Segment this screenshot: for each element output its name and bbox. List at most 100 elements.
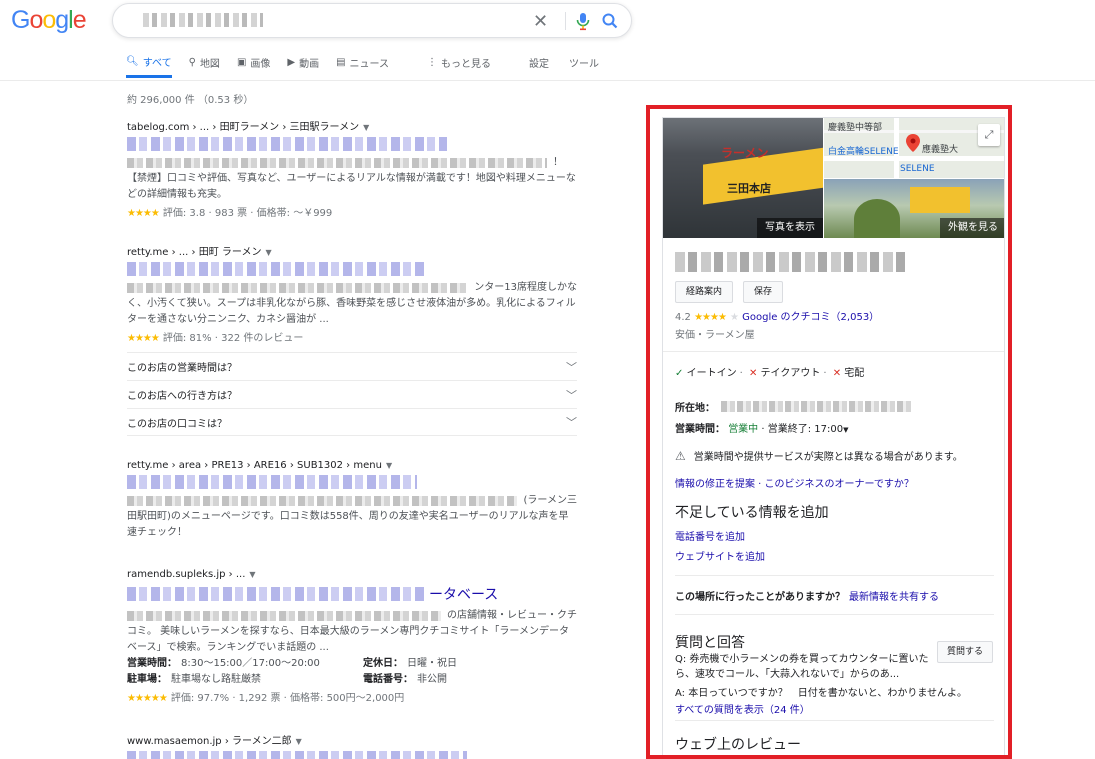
result-snippet-tail: (ラーメン三 bbox=[523, 495, 577, 506]
caret-down-icon[interactable]: ▼ bbox=[265, 248, 271, 257]
tab-settings[interactable]: 設定 bbox=[529, 50, 549, 74]
result-cite: www.masaemon.jp › ラーメン二郎 bbox=[127, 736, 292, 747]
business-info: 営業時間： 8:30～15:00／17:00～20:00 定休日： 日曜・祝日 駐車… bbox=[127, 656, 577, 688]
result-cite: retty.me › ... › 田町 ラーメン bbox=[127, 247, 262, 258]
caret-down-icon[interactable]: ▼ bbox=[249, 570, 255, 579]
close-icon[interactable]: ✕ bbox=[533, 11, 548, 32]
tab-videos[interactable]: ▶ 動画 bbox=[287, 50, 319, 74]
result-title-blurred bbox=[127, 587, 427, 601]
video-icon: ▶ bbox=[287, 56, 296, 68]
map-pin-icon: ⚲ bbox=[188, 56, 196, 68]
tab-label: 地図 bbox=[199, 58, 220, 70]
result-title-blurred[interactable] bbox=[127, 137, 447, 151]
snippet-blurred bbox=[127, 158, 547, 168]
faq-item[interactable]: このお店の口コミは？ ﹀ bbox=[127, 408, 577, 436]
logo-letter: e bbox=[72, 6, 87, 34]
info-closed: 定休日： 日曜・祝日 bbox=[363, 656, 577, 672]
search-icon: 🔍︎ bbox=[126, 55, 139, 67]
info-value: 8:30～15:00／17:00～20:00 bbox=[181, 658, 320, 669]
tab-label: 画像 bbox=[250, 58, 271, 70]
chevron-down-icon: ﹀ bbox=[566, 388, 577, 402]
news-icon: ▤ bbox=[336, 56, 346, 68]
result-title-line[interactable]: ータベース bbox=[127, 584, 577, 604]
result-snippet-tail: ！ bbox=[553, 157, 563, 168]
result-rating: ★★★★ 評価: 3.8 · 983 票 · 価格帯: ～￥999 bbox=[127, 204, 577, 219]
tab-label: 設定 bbox=[529, 58, 550, 70]
tab-all[interactable]: 🔍︎ すべて bbox=[126, 50, 172, 78]
result-snippet-tail: ンター13席程度しかな bbox=[474, 282, 577, 293]
result-snippet-line: ンター13席程度しかな bbox=[127, 280, 577, 296]
microphone-icon[interactable] bbox=[573, 10, 593, 32]
snippet-blurred bbox=[127, 283, 469, 293]
tab-news[interactable]: ▤ ニュース bbox=[336, 50, 389, 74]
result-rating: ★★★★★ 評価: 97.7% · 1,292 票 · 価格帯: 500円～2,0… bbox=[127, 689, 577, 704]
info-label: 営業時間： bbox=[127, 658, 177, 669]
rating-text: 評価: 3.8 · 983 票 · 価格帯: ～￥999 bbox=[162, 208, 333, 219]
search-result: tabelog.com › ... › 田町ラーメン › 三田駅ラーメン ▼ ！ … bbox=[127, 118, 577, 219]
result-url[interactable]: tabelog.com › ... › 田町ラーメン › 三田駅ラーメン ▼ bbox=[127, 118, 577, 133]
tab-images[interactable]: ▣ 画像 bbox=[237, 50, 270, 74]
result-cite: retty.me › area › PRE13 › ARE16 › SUB130… bbox=[127, 460, 382, 471]
caret-down-icon[interactable]: ▼ bbox=[386, 461, 392, 470]
result-url[interactable]: retty.me › ... › 田町 ラーメン ▼ bbox=[127, 243, 577, 258]
info-phone: 電話番号： 非公開 bbox=[363, 672, 577, 688]
header-divider bbox=[0, 80, 1095, 81]
logo-letter: o bbox=[42, 6, 56, 34]
caret-down-icon[interactable]: ▼ bbox=[363, 123, 369, 132]
result-title-tail: ータベース bbox=[429, 587, 499, 603]
info-value: 非公開 bbox=[417, 674, 447, 685]
caret-down-icon[interactable]: ▼ bbox=[296, 737, 302, 746]
info-value: 駐車場なし路駐厳禁 bbox=[171, 674, 261, 685]
faq-item[interactable]: このお店の営業時間は？ ﹀ bbox=[127, 352, 577, 380]
result-cite: tabelog.com › ... › 田町ラーメン › 三田駅ラーメン bbox=[127, 122, 360, 133]
search-divider bbox=[565, 12, 566, 30]
result-cite: ramendb.supleks.jp › ... bbox=[127, 569, 246, 580]
result-snippet-tail: の店舗情報・レビュー・クチ bbox=[447, 610, 577, 621]
info-label: 駐車場： bbox=[127, 674, 167, 685]
result-url[interactable]: ramendb.supleks.jp › ... ▼ bbox=[127, 569, 577, 580]
chevron-down-icon: ﹀ bbox=[566, 416, 577, 429]
chevron-down-icon: ﹀ bbox=[566, 360, 577, 374]
result-title-blurred[interactable] bbox=[127, 475, 417, 489]
search-icon[interactable] bbox=[600, 10, 620, 32]
star-rating-icon: ★★★★★ bbox=[127, 693, 168, 704]
rating-text: 評価: 81% · 322 件のレビュー bbox=[162, 333, 304, 344]
faq-question: このお店への行き方は？ bbox=[127, 391, 237, 402]
tab-label: もっと見る bbox=[441, 58, 492, 70]
faq-question: このお店の口コミは？ bbox=[127, 418, 227, 430]
search-result: retty.me › area › PRE13 › ARE16 › SUB130… bbox=[127, 460, 577, 541]
result-snippet: コミ。 美味しいラーメンを探すなら、日本最大級のラーメン専門クチコミサイト「ラー… bbox=[127, 626, 569, 653]
info-value: 日曜・祝日 bbox=[407, 658, 457, 669]
tab-maps[interactable]: ⚲ 地図 bbox=[189, 50, 220, 74]
info-parking: 駐車場： 駐車場なし路駐厳禁 bbox=[127, 672, 363, 688]
star-rating-icon: ★★★★ bbox=[127, 333, 160, 344]
info-label: 定休日： bbox=[363, 658, 403, 669]
faq-item[interactable]: このお店への行き方は？ ﹀ bbox=[127, 380, 577, 408]
result-snippet: 【禁煙】口コミや評価、写真など、ユーザーによるリアルな情報が満載です！地図や料理… bbox=[127, 173, 576, 200]
result-title-blurred[interactable] bbox=[127, 751, 467, 759]
result-title-blurred[interactable] bbox=[127, 262, 427, 276]
result-url[interactable]: retty.me › area › PRE13 › ARE16 › SUB130… bbox=[127, 460, 577, 471]
rating-text: 評価: 97.7% · 1,292 票 · 価格帯: 500円～2,000円 bbox=[170, 693, 405, 704]
tab-label: ニュース bbox=[349, 58, 390, 70]
related-questions: このお店の営業時間は？ ﹀ このお店への行き方は？ ﹀ このお店の口コミは？ ﹀ bbox=[127, 352, 577, 436]
result-snippet-line: の店舗情報・レビュー・クチ bbox=[127, 608, 577, 624]
tab-more[interactable]: ⋮ もっと見る bbox=[427, 50, 491, 74]
result-url[interactable]: www.masaemon.jp › ラーメン二郎 ▼ bbox=[127, 732, 577, 747]
snippet-blurred bbox=[127, 611, 441, 621]
search-result: retty.me › ... › 田町 ラーメン ▼ ンター13席程度しかな く、… bbox=[127, 243, 577, 344]
search-input[interactable]: ✕ bbox=[112, 3, 632, 38]
tab-tools[interactable]: ツール bbox=[569, 50, 599, 74]
more-icon: ⋮ bbox=[427, 56, 438, 68]
tab-label: 動画 bbox=[299, 58, 320, 70]
google-logo[interactable]: Google bbox=[11, 6, 87, 35]
result-snippet-line: (ラーメン三 bbox=[127, 493, 577, 509]
search-result: www.masaemon.jp › ラーメン二郎 ▼ bbox=[127, 732, 577, 759]
search-result: ramendb.supleks.jp › ... ▼ ータベース の店舗情報・レビ… bbox=[127, 569, 577, 704]
result-stats: 約 296,000 件 （0.53 秒） bbox=[127, 95, 254, 106]
highlight-box bbox=[646, 105, 1012, 759]
tab-label: すべて bbox=[142, 57, 172, 69]
tab-label: ツール bbox=[569, 58, 600, 70]
info-label: 電話番号： bbox=[363, 674, 413, 685]
logo-letter: g bbox=[55, 6, 69, 34]
